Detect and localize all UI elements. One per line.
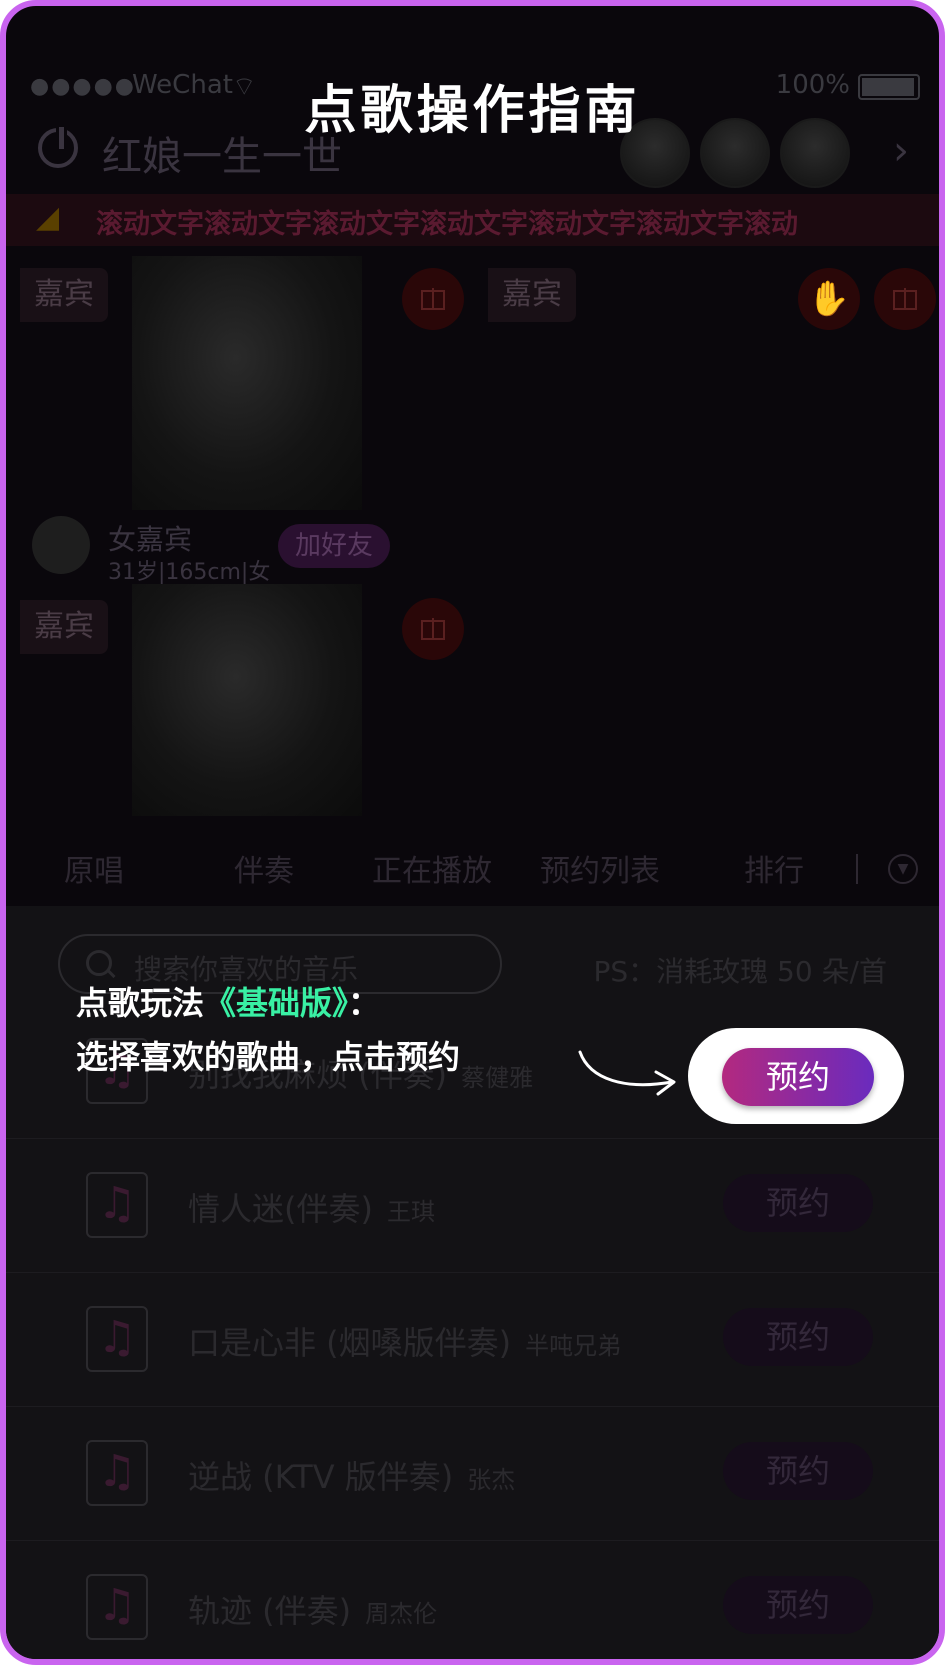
list-item: ♫ 逆战 (KTV 版伴奏) 张杰 预约 — [6, 1406, 939, 1541]
music-note-icon: ♫ — [86, 1172, 148, 1238]
song-artist: 半吨兄弟 — [525, 1332, 622, 1360]
pointer-arrow-icon — [578, 1050, 676, 1096]
music-note-icon: ♫ — [86, 1440, 148, 1506]
song-artist: 王琪 — [386, 1198, 435, 1226]
song-title: 轨迹 (伴奏) 周杰伦 — [188, 1592, 438, 1630]
music-note-icon: ♫ — [86, 1306, 148, 1372]
guide-highlight: 《基础版》 — [204, 984, 349, 1022]
highlighted-book-button[interactable]: 预约 — [722, 1048, 874, 1106]
tab-original[interactable]: 原唱 — [64, 846, 124, 890]
megaphone-icon: ◢ — [36, 200, 60, 235]
tab-accompaniment[interactable]: 伴奏 — [234, 846, 294, 890]
song-title: 情人迷(伴奏) 王琪 — [188, 1190, 435, 1228]
guest-label: 嘉宾 — [488, 268, 576, 322]
list-item: ♫ 情人迷(伴奏) 王琪 预约 — [6, 1138, 939, 1273]
music-note-icon: ♫ — [86, 1574, 148, 1640]
book-button[interactable]: 预约 — [723, 1576, 873, 1634]
guest-label: 嘉宾 — [20, 600, 108, 654]
guide-instruction-text: 选择喜欢的歌曲，点击预约 — [76, 1038, 461, 1076]
song-title: 口是心非 (烟嗓版伴奏) 半吨兄弟 — [188, 1324, 622, 1362]
tab-ranking[interactable]: 排行 — [744, 846, 804, 890]
list-item: ♫ 口是心非 (烟嗓版伴奏) 半吨兄弟 预约 — [6, 1272, 939, 1407]
host-name: 女嘉宾 — [108, 523, 193, 556]
host-info: 31岁|165cm|女 — [108, 560, 271, 585]
tab-now-playing[interactable]: 正在播放 — [372, 846, 492, 890]
background-app-screen: ●●●●● WeChat ⌔ 100% 红娘一生一世 › ◢ 滚动文字滚动文字滚… — [6, 6, 939, 1659]
guide-frame: ●●●●● WeChat ⌔ 100% 红娘一生一世 › ◢ 滚动文字滚动文字滚… — [0, 0, 945, 1665]
search-icon — [86, 950, 112, 976]
song-artist: 周杰伦 — [365, 1600, 438, 1628]
guide-title: 点歌操作指南 — [304, 81, 641, 141]
guest-video — [132, 256, 362, 510]
song-artist: 张杰 — [467, 1466, 516, 1494]
marquee-banner: ◢ 滚动文字滚动文字滚动文字滚动文字滚动文字滚动文字滚动 — [6, 194, 939, 246]
gift-icon[interactable] — [874, 268, 936, 330]
book-button[interactable]: 预约 — [723, 1442, 873, 1500]
cost-note: PS：消耗玫瑰 50 朵/首 — [593, 955, 887, 988]
tab-booking-list[interactable]: 预约列表 — [540, 846, 660, 890]
chevron-down-icon[interactable]: ▼ — [888, 854, 918, 884]
avatar — [32, 516, 90, 574]
guest-label: 嘉宾 — [20, 268, 108, 322]
guide-instruction-title: 点歌玩法《基础版》： — [76, 984, 381, 1022]
tab-divider — [856, 854, 858, 884]
song-title: 逆战 (KTV 版伴奏) 张杰 — [188, 1458, 516, 1496]
book-button[interactable]: 预约 — [723, 1174, 873, 1232]
gift-icon[interactable] — [402, 268, 464, 330]
add-friend-button[interactable]: 加好友 — [278, 524, 390, 568]
guest-video — [132, 584, 362, 816]
gift-icon[interactable] — [402, 598, 464, 660]
marquee-text: 滚动文字滚动文字滚动文字滚动文字滚动文字滚动文字滚动 — [96, 209, 798, 240]
wave-hand-icon[interactable]: ✋ — [798, 268, 860, 330]
music-tabs: 原唱 伴奏 正在播放 预约列表 排行 ▼ — [6, 826, 939, 906]
song-artist: 蔡健雅 — [461, 1064, 534, 1092]
list-item: ♫ 轨迹 (伴奏) 周杰伦 预约 — [6, 1540, 939, 1659]
book-button[interactable]: 预约 — [723, 1308, 873, 1366]
